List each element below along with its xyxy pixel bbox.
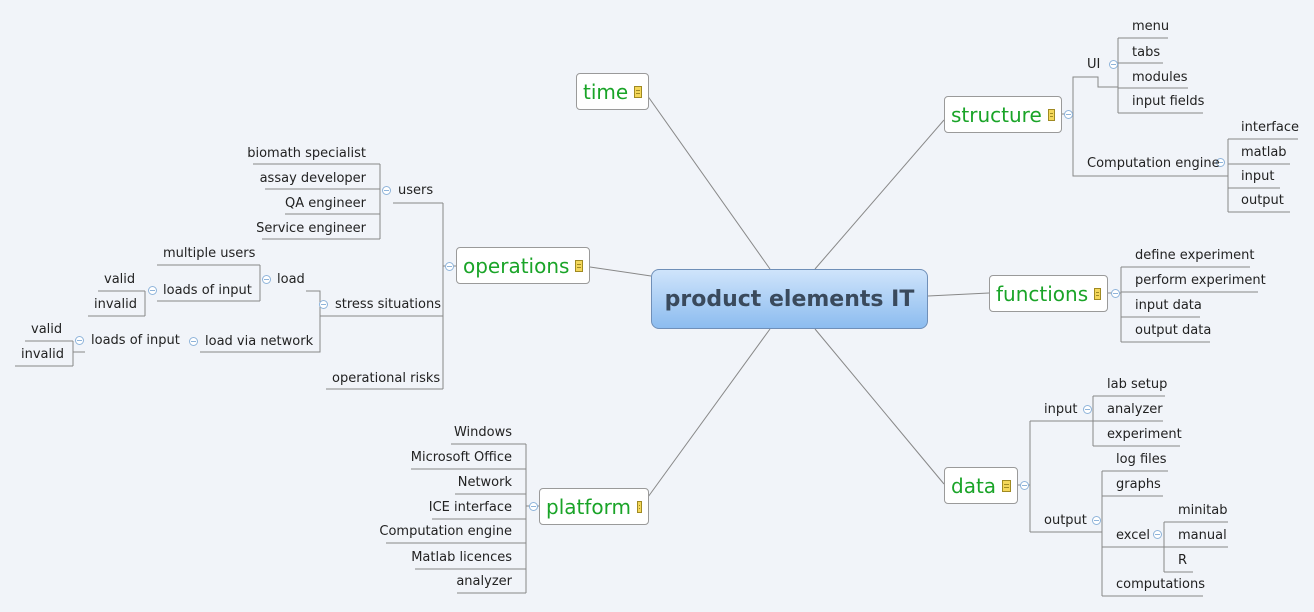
subtopic-interface[interactable]: interface [1241, 120, 1299, 136]
subtopic-network-valid[interactable]: valid [31, 322, 62, 338]
topic-structure[interactable]: structure [944, 96, 1062, 133]
collapse-icon[interactable] [75, 336, 84, 345]
note-icon[interactable] [1047, 108, 1055, 121]
central-topic-title: product elements IT [664, 286, 915, 312]
subtopic-ice-interface[interactable]: ICE interface [429, 500, 512, 516]
subtopic-users[interactable]: users [398, 183, 433, 199]
subtopic-experiment[interactable]: experiment [1107, 427, 1182, 443]
subtopic-r[interactable]: R [1178, 553, 1187, 569]
subtopic-loads-of-input[interactable]: loads of input [163, 283, 252, 299]
subtopic-data-input[interactable]: input [1044, 402, 1077, 418]
subtopic-load[interactable]: load [277, 272, 305, 288]
note-icon[interactable] [575, 259, 583, 272]
subtopic-load-via-network[interactable]: load via network [205, 334, 313, 350]
subtopic-minitab[interactable]: minitab [1178, 503, 1227, 519]
collapse-icon[interactable] [1111, 289, 1120, 298]
subtopic-ui[interactable]: UI [1087, 57, 1100, 73]
topic-functions-label: functions [996, 281, 1089, 306]
topic-operations-label: operations [463, 253, 570, 278]
subtopic-excel[interactable]: excel [1116, 528, 1150, 544]
subtopic-computation-engine-platform[interactable]: Computation engine [379, 524, 512, 540]
subtopic-operational-risks[interactable]: operational risks [332, 371, 440, 387]
topic-operations[interactable]: operations [456, 247, 590, 284]
subtopic-multiple-users[interactable]: multiple users [163, 246, 255, 262]
topic-data-label: data [951, 473, 997, 498]
topic-data[interactable]: data [944, 467, 1018, 504]
subtopic-define-experiment[interactable]: define experiment [1135, 248, 1254, 264]
subtopic-microsoft-office[interactable]: Microsoft Office [411, 450, 512, 466]
subtopic-network-invalid[interactable]: invalid [21, 347, 64, 363]
collapse-icon[interactable] [319, 300, 328, 309]
topic-time[interactable]: time [576, 73, 649, 110]
topic-functions[interactable]: functions [989, 275, 1108, 312]
subtopic-input-fields[interactable]: input fields [1132, 94, 1204, 110]
subtopic-biomath-specialist[interactable]: biomath specialist [247, 146, 366, 162]
topic-structure-label: structure [951, 102, 1042, 127]
subtopic-analyzer-platform[interactable]: analyzer [456, 574, 512, 590]
collapse-icon[interactable] [262, 275, 271, 284]
topic-platform[interactable]: platform [539, 488, 649, 525]
collapse-icon[interactable] [1092, 516, 1101, 525]
collapse-icon[interactable] [1083, 405, 1092, 414]
subtopic-assay-developer[interactable]: assay developer [260, 171, 366, 187]
collapse-icon[interactable] [1109, 60, 1118, 69]
note-icon[interactable] [636, 500, 642, 513]
collapse-icon[interactable] [148, 286, 157, 295]
subtopic-output-data[interactable]: output data [1135, 323, 1211, 339]
note-icon[interactable] [1094, 287, 1101, 300]
subtopic-matlab[interactable]: matlab [1241, 145, 1287, 161]
subtopic-manual[interactable]: manual [1178, 528, 1227, 544]
subtopic-valid[interactable]: valid [104, 272, 135, 288]
subtopic-perform-experiment[interactable]: perform experiment [1135, 273, 1266, 289]
subtopic-lab-setup[interactable]: lab setup [1107, 377, 1167, 393]
subtopic-graphs[interactable]: graphs [1116, 477, 1161, 493]
subtopic-log-files[interactable]: log files [1116, 452, 1167, 468]
subtopic-input[interactable]: input [1241, 169, 1274, 185]
subtopic-service-engineer[interactable]: Service engineer [256, 221, 366, 237]
subtopic-matlab-licences[interactable]: Matlab licences [411, 550, 512, 566]
subtopic-data-output[interactable]: output [1044, 513, 1087, 529]
collapse-icon[interactable] [189, 337, 198, 346]
subtopic-input-data[interactable]: input data [1135, 298, 1202, 314]
topic-platform-label: platform [546, 494, 631, 519]
subtopic-tabs[interactable]: tabs [1132, 45, 1160, 61]
collapse-icon[interactable] [1064, 110, 1073, 119]
collapse-icon[interactable] [1153, 530, 1162, 539]
topic-time-label: time [583, 79, 629, 104]
collapse-icon[interactable] [382, 186, 391, 195]
collapse-icon[interactable] [1020, 481, 1029, 490]
subtopic-output[interactable]: output [1241, 193, 1284, 209]
subtopic-modules[interactable]: modules [1132, 70, 1188, 86]
subtopic-menu[interactable]: menu [1132, 19, 1169, 35]
collapse-icon[interactable] [445, 262, 454, 271]
note-icon[interactable] [1002, 479, 1011, 492]
subtopic-qa-engineer[interactable]: QA engineer [285, 196, 366, 212]
central-topic[interactable]: product elements IT [651, 269, 928, 329]
subtopic-invalid[interactable]: invalid [94, 297, 137, 313]
subtopic-network[interactable]: Network [458, 475, 512, 491]
subtopic-windows[interactable]: Windows [454, 425, 512, 441]
collapse-icon[interactable] [529, 502, 538, 511]
subtopic-analyzer[interactable]: analyzer [1107, 402, 1163, 418]
subtopic-computation-engine[interactable]: Computation engine [1087, 156, 1220, 172]
note-icon[interactable] [634, 85, 642, 98]
subtopic-stress-situations[interactable]: stress situations [335, 297, 441, 313]
subtopic-computations[interactable]: computations [1116, 577, 1205, 593]
subtopic-network-loads-of-input[interactable]: loads of input [91, 333, 180, 349]
